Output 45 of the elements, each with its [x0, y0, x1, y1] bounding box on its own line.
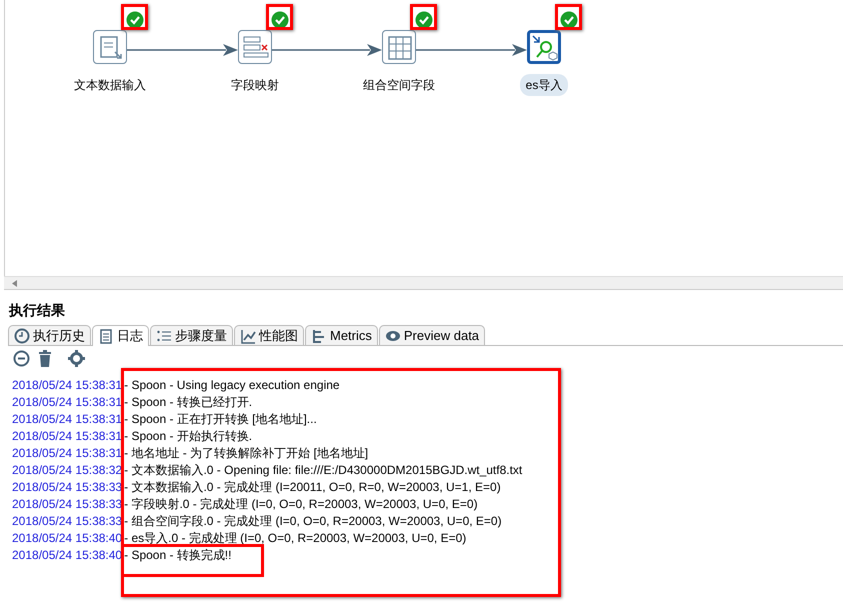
step-label: es导入 — [520, 74, 568, 96]
log-time: 2018/05/24 15:38:40 — [12, 530, 122, 547]
log-time: 2018/05/24 15:38:31 — [12, 377, 122, 394]
step-label: 文本数据输入 — [73, 77, 147, 94]
log-message: - Spoon - Using legacy execution engine — [124, 377, 340, 394]
log-message: - 地名地址 - 为了转换解除补丁开始 [地名地址] — [124, 445, 368, 462]
panel-title: 执行结果 — [8, 301, 66, 320]
tab[interactable]: Metrics — [305, 325, 378, 345]
line-chart-icon — [240, 328, 256, 344]
step-icon[interactable] — [93, 30, 127, 64]
clock-icon — [14, 328, 30, 344]
settings-icon[interactable] — [68, 350, 85, 367]
log-message: - 文本数据输入.0 - Opening file: file:///E:/D430000DM2015BGJD.wt_utf8.txt — [124, 462, 522, 479]
log-message: - Spoon - 正在打开转换 [地名地址]... — [124, 411, 317, 428]
tab[interactable]: Preview data — [378, 325, 486, 345]
log-time: 2018/05/24 15:38:31 — [12, 445, 122, 462]
step-label: 组合空间字段 — [362, 77, 436, 94]
tab[interactable]: 日志 — [92, 325, 149, 346]
step-icon[interactable] — [527, 30, 561, 64]
scroll-left-icon[interactable] — [12, 280, 17, 286]
trash-icon[interactable] — [38, 350, 52, 367]
notepad-icon — [98, 328, 114, 344]
log-message: - Spoon - 转换已经打开. — [124, 394, 252, 411]
log-time: 2018/05/24 15:38:33 — [12, 496, 122, 513]
log-time: 2018/05/24 15:38:32 — [12, 462, 122, 479]
log-time: 2018/05/24 15:38:33 — [12, 479, 122, 496]
log-message: - 字段映射.0 - 完成处理 (I=0, O=0, R=20003, W=20003, U=0, E=0) — [124, 496, 478, 513]
log-time: 2018/05/24 15:38:31 — [12, 411, 122, 428]
log-time: 2018/05/24 15:38:31 — [12, 428, 122, 445]
log-message: - Spoon - 转换完成!! — [124, 547, 262, 574]
minus-circle-icon[interactable] — [13, 350, 30, 367]
tree-icon — [311, 328, 327, 344]
log-time: 2018/05/24 15:38:40 — [12, 547, 122, 564]
log-message: - 组合空间字段.0 - 完成处理 (I=0, O=0, R=20003, W=20003, U=0, E=0) — [124, 513, 502, 530]
step-label: 字段映射 — [230, 77, 280, 94]
log-time: 2018/05/24 15:38:33 — [12, 513, 122, 530]
log-message: - es导入.0 - 完成处理 (I=0, O=0, R=20003, W=20003, U=0, E=0) — [124, 530, 466, 547]
tab[interactable]: 性能图 — [234, 325, 304, 345]
tab[interactable]: 步骤度量 — [150, 325, 233, 345]
log-time: 2018/05/24 15:38:31 — [12, 394, 122, 411]
tab[interactable]: 执行历史 — [8, 325, 91, 345]
log-message: - 文本数据输入.0 - 完成处理 (I=20011, O=0, R=0, W=20003, U=1, E=0) — [124, 479, 501, 496]
log-message: - Spoon - 开始执行转换. — [124, 428, 252, 445]
step-icon[interactable] — [382, 30, 416, 64]
step-icon[interactable] — [238, 30, 272, 64]
